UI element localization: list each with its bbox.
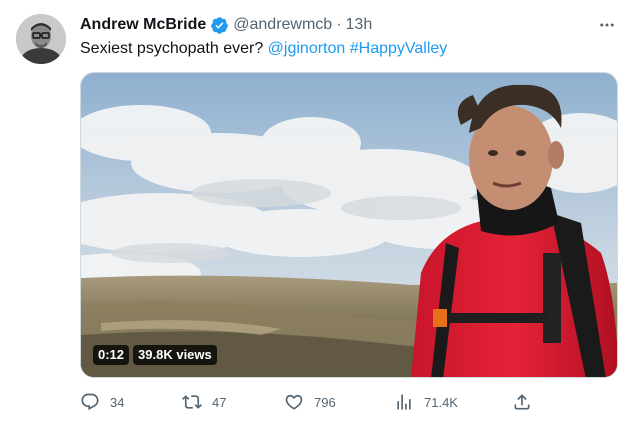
reply-button[interactable]: 34 bbox=[80, 392, 124, 412]
display-name[interactable]: Andrew McBride bbox=[80, 16, 206, 34]
tweet-header: Andrew McBride @andrewmcb · 13h bbox=[80, 14, 372, 36]
like-count: 796 bbox=[314, 394, 336, 410]
tweet-text-plain: Sexiest psychopath ever? bbox=[80, 40, 268, 57]
verified-badge-icon bbox=[210, 16, 229, 35]
analytics-icon bbox=[397, 394, 411, 410]
hashtag-link[interactable]: #HappyValley bbox=[350, 40, 448, 57]
share-button[interactable] bbox=[512, 392, 532, 412]
avatar[interactable] bbox=[16, 14, 66, 64]
view-count: 71.4K bbox=[424, 394, 458, 410]
separator-dot: · bbox=[336, 16, 342, 33]
tweet-card[interactable]: Andrew McBride @andrewmcb · 13h Sexiest … bbox=[0, 0, 634, 428]
heart-icon bbox=[285, 394, 303, 410]
retweet-count: 47 bbox=[212, 394, 227, 410]
retweet-icon bbox=[182, 395, 202, 409]
mention-link[interactable]: @jginorton bbox=[268, 40, 346, 57]
video-duration: 0:12 bbox=[93, 345, 130, 365]
reply-icon bbox=[81, 393, 99, 411]
like-button[interactable]: 796 bbox=[284, 392, 336, 412]
views-button[interactable]: 71.4K bbox=[394, 392, 458, 412]
video-frame bbox=[81, 73, 617, 377]
share-icon bbox=[514, 394, 530, 410]
retweet-button[interactable]: 47 bbox=[182, 392, 226, 412]
video-view-count: 39.8K views bbox=[133, 345, 217, 365]
reply-count: 34 bbox=[110, 394, 125, 410]
video-player[interactable]: 0:12 39.8K views bbox=[80, 72, 618, 378]
tweet-text: Sexiest psychopath ever? @jginorton #Hap… bbox=[80, 38, 447, 60]
timestamp[interactable]: 13h bbox=[346, 16, 373, 34]
user-handle[interactable]: @andrewmcb bbox=[233, 16, 332, 34]
video-badges: 0:12 39.8K views bbox=[93, 345, 217, 365]
more-icon[interactable] bbox=[596, 14, 618, 36]
avatar-image bbox=[16, 14, 66, 64]
tweet-actions: 34 47 796 71.4K bbox=[80, 390, 540, 414]
